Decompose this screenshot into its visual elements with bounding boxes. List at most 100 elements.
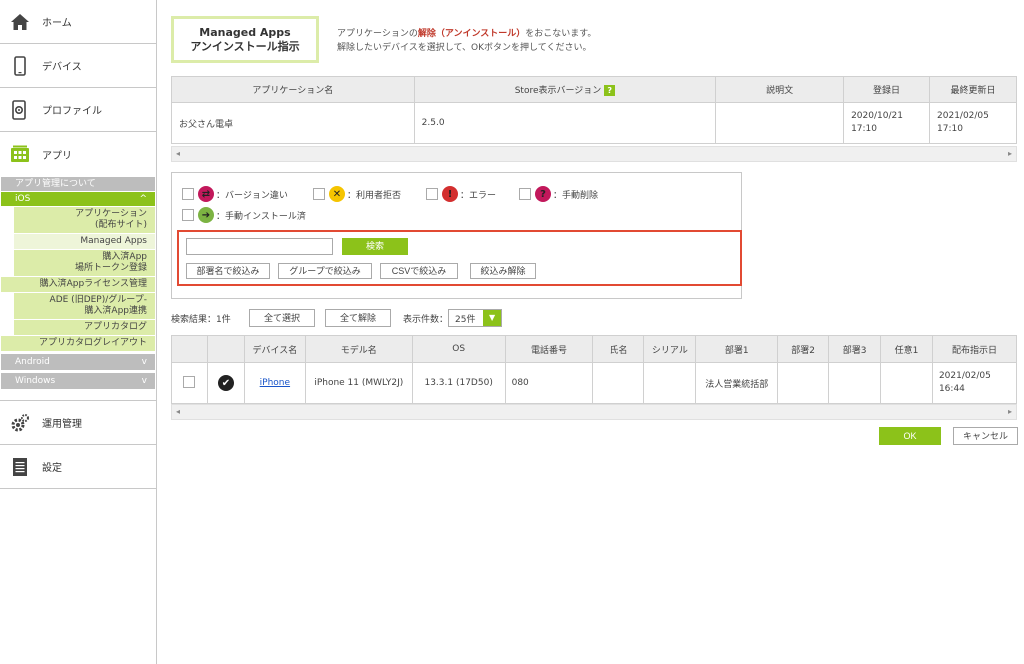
app-table-scrollbar[interactable]: ◂ ▸ xyxy=(171,146,1017,162)
cancel-button[interactable]: キャンセル xyxy=(953,427,1018,445)
checkbox-user-rejected[interactable] xyxy=(313,188,325,200)
cell-os: 13.3.1 (17D50) xyxy=(411,362,506,404)
dropdown-arrow-icon: ▼ xyxy=(483,310,502,326)
sidebar-item-app-distribution[interactable]: アプリケーション (配布サイト) xyxy=(14,207,155,233)
sidebar-windows[interactable]: Windows v xyxy=(1,373,155,389)
sidebar-item-purchased-token[interactable]: 購入済App 場所トークン登録 xyxy=(14,250,155,276)
col-dist-date[interactable]: 配布指示日 xyxy=(931,335,1018,363)
col-store-version: Store表示バージョン ? xyxy=(413,76,717,103)
row-checkbox[interactable] xyxy=(183,375,196,388)
description-pre: アプリケーションの xyxy=(337,29,418,39)
cell-dept3 xyxy=(828,362,882,404)
filter-csv-button[interactable]: CSVで絞込み xyxy=(380,263,458,279)
legend-manual-install[interactable]: ➔ ：手動インストール済 xyxy=(182,207,306,223)
chevron-down-icon: v xyxy=(141,357,147,367)
home-icon xyxy=(10,12,30,32)
scroll-left-icon[interactable]: ◂ xyxy=(176,407,180,416)
device-table-scrollbar[interactable]: ◂ ▸ xyxy=(171,404,1017,420)
nav-operations-label: 運用管理 xyxy=(42,419,82,430)
registered-date: 2020/10/21 xyxy=(851,111,903,121)
sidebar-item-managed-apps[interactable]: Managed Apps xyxy=(14,234,155,249)
registered-time: 17:10 xyxy=(851,124,877,134)
sidebar-about-apps[interactable]: アプリ管理について xyxy=(1,177,155,191)
dist-date: 2021/02/05 xyxy=(938,371,991,381)
legend-error[interactable]: ! ：エラー xyxy=(426,186,496,202)
sidebar-android[interactable]: Android v xyxy=(1,354,155,370)
col-updated: 最終更新日 xyxy=(929,76,1017,103)
col-phone[interactable]: 電話番号 xyxy=(504,335,594,363)
col-status xyxy=(206,335,245,363)
device-link[interactable]: iPhone xyxy=(260,378,290,388)
checkbox-manual-delete[interactable] xyxy=(519,188,531,200)
nav-settings[interactable]: 設定 xyxy=(0,445,156,489)
legend-error-label: ：エラー xyxy=(460,190,497,201)
col-description: 説明文 xyxy=(715,76,845,103)
nav-home[interactable]: ホーム xyxy=(0,0,156,44)
scroll-right-icon[interactable]: ▸ xyxy=(1008,149,1012,158)
ok-button[interactable]: OK xyxy=(879,427,941,445)
sidebar-item-catalog-layout[interactable]: アプリカタログレイアウト xyxy=(1,336,155,351)
col-serial[interactable]: シリアル xyxy=(643,335,697,363)
col-os[interactable]: OS xyxy=(411,335,506,363)
chevron-up-icon: ^ xyxy=(139,194,147,204)
checkbox-manual-install[interactable] xyxy=(182,209,194,221)
nav-operations[interactable]: 運用管理 xyxy=(0,401,156,445)
version-diff-icon: ⇄ xyxy=(198,186,214,202)
filter-clear-button[interactable]: 絞込み解除 xyxy=(470,263,536,279)
per-page-select[interactable]: 25件 ▼ xyxy=(448,309,503,327)
select-all-button[interactable]: 全て選択 xyxy=(249,309,315,327)
cell-description xyxy=(715,102,845,144)
col-custom1[interactable]: 任意1 xyxy=(880,335,933,363)
sidebar-item-ade[interactable]: ADE (旧DEP)/グループ- 購入済App連携 xyxy=(14,293,155,319)
col-dept3[interactable]: 部署3 xyxy=(828,335,882,363)
checkbox-version-diff[interactable] xyxy=(182,188,194,200)
col-user-name[interactable]: 氏名 xyxy=(592,335,645,363)
scroll-right-icon[interactable]: ▸ xyxy=(1008,407,1012,416)
col-model[interactable]: モデル名 xyxy=(304,335,413,363)
per-page-label: 表示件数： xyxy=(403,314,449,325)
sidebar-ios[interactable]: iOS ^ xyxy=(1,192,155,206)
results-bar: 検索結果：1件 全て選択 全て解除 表示件数： 25件 ▼ xyxy=(171,309,503,327)
legend-user-rejected[interactable]: ✕ ：利用者拒否 xyxy=(313,186,401,202)
search-button[interactable]: 検索 xyxy=(342,238,408,255)
cell-phone: 080 xyxy=(504,362,594,404)
page-title-line1: Managed Apps xyxy=(199,25,291,39)
sidebar-ios-label: iOS xyxy=(15,194,31,204)
app-table: アプリケーション名 Store表示バージョン ? 説明文 登録日 最終更新日 お… xyxy=(171,76,1017,144)
page-description: アプリケーションの解除（アンインストール）をおこないます。 解除したいデバイスを… xyxy=(337,27,596,55)
sidebar-divider xyxy=(0,389,156,401)
cell-dept1: 法人営業統括部 xyxy=(695,362,779,404)
cell-updated: 2021/02/05 17:10 xyxy=(929,102,1017,144)
col-registered: 登録日 xyxy=(843,76,931,103)
deselect-all-button[interactable]: 全て解除 xyxy=(325,309,391,327)
col-device-name[interactable]: デバイス名 xyxy=(243,335,306,363)
sidebar-item-license[interactable]: 購入済Appライセンス管理 xyxy=(1,277,155,292)
cell-model: iPhone 11 (MWLY2J) xyxy=(304,362,413,404)
help-icon[interactable]: ? xyxy=(604,85,616,96)
nav-profile-label: プロファイル xyxy=(42,106,102,117)
cell-dist-date: 2021/02/05 16:44 xyxy=(931,362,1018,404)
checkbox-error[interactable] xyxy=(426,188,438,200)
col-dept1[interactable]: 部署1 xyxy=(695,335,779,363)
scroll-left-icon[interactable]: ◂ xyxy=(176,149,180,158)
cell-user-name xyxy=(592,362,645,404)
legend-manual-delete[interactable]: ? ：手動削除 xyxy=(519,186,598,202)
nav-apps[interactable]: アプリ xyxy=(0,132,156,176)
cell-serial xyxy=(643,362,697,404)
col-dept2[interactable]: 部署2 xyxy=(777,335,830,363)
legend-version-diff[interactable]: ⇄ ：バージョン違い xyxy=(182,186,288,202)
cell-custom1 xyxy=(880,362,933,404)
filter-group-button[interactable]: グループで絞込み xyxy=(278,263,372,279)
page-title: Managed Apps アンインストール指示 xyxy=(171,16,319,63)
device-table-header: デバイス名 モデル名 OS 電話番号 氏名 シリアル 部署1 部署2 部署3 任… xyxy=(171,335,1018,363)
legend-version-diff-label: ：バージョン違い xyxy=(216,190,288,201)
nav-devices[interactable]: デバイス xyxy=(0,44,156,88)
filter-dept-button[interactable]: 部署名で絞込み xyxy=(186,263,270,279)
result-count: 検索結果：1件 xyxy=(171,314,231,325)
sidebar-android-label: Android xyxy=(15,357,50,367)
search-input[interactable] xyxy=(186,238,333,255)
sidebar-item-app-catalog[interactable]: アプリカタログ xyxy=(14,320,155,335)
nav-profile[interactable]: プロファイル xyxy=(0,88,156,132)
nav-apps-label: アプリ xyxy=(42,150,72,162)
updated-time: 17:10 xyxy=(937,124,963,134)
